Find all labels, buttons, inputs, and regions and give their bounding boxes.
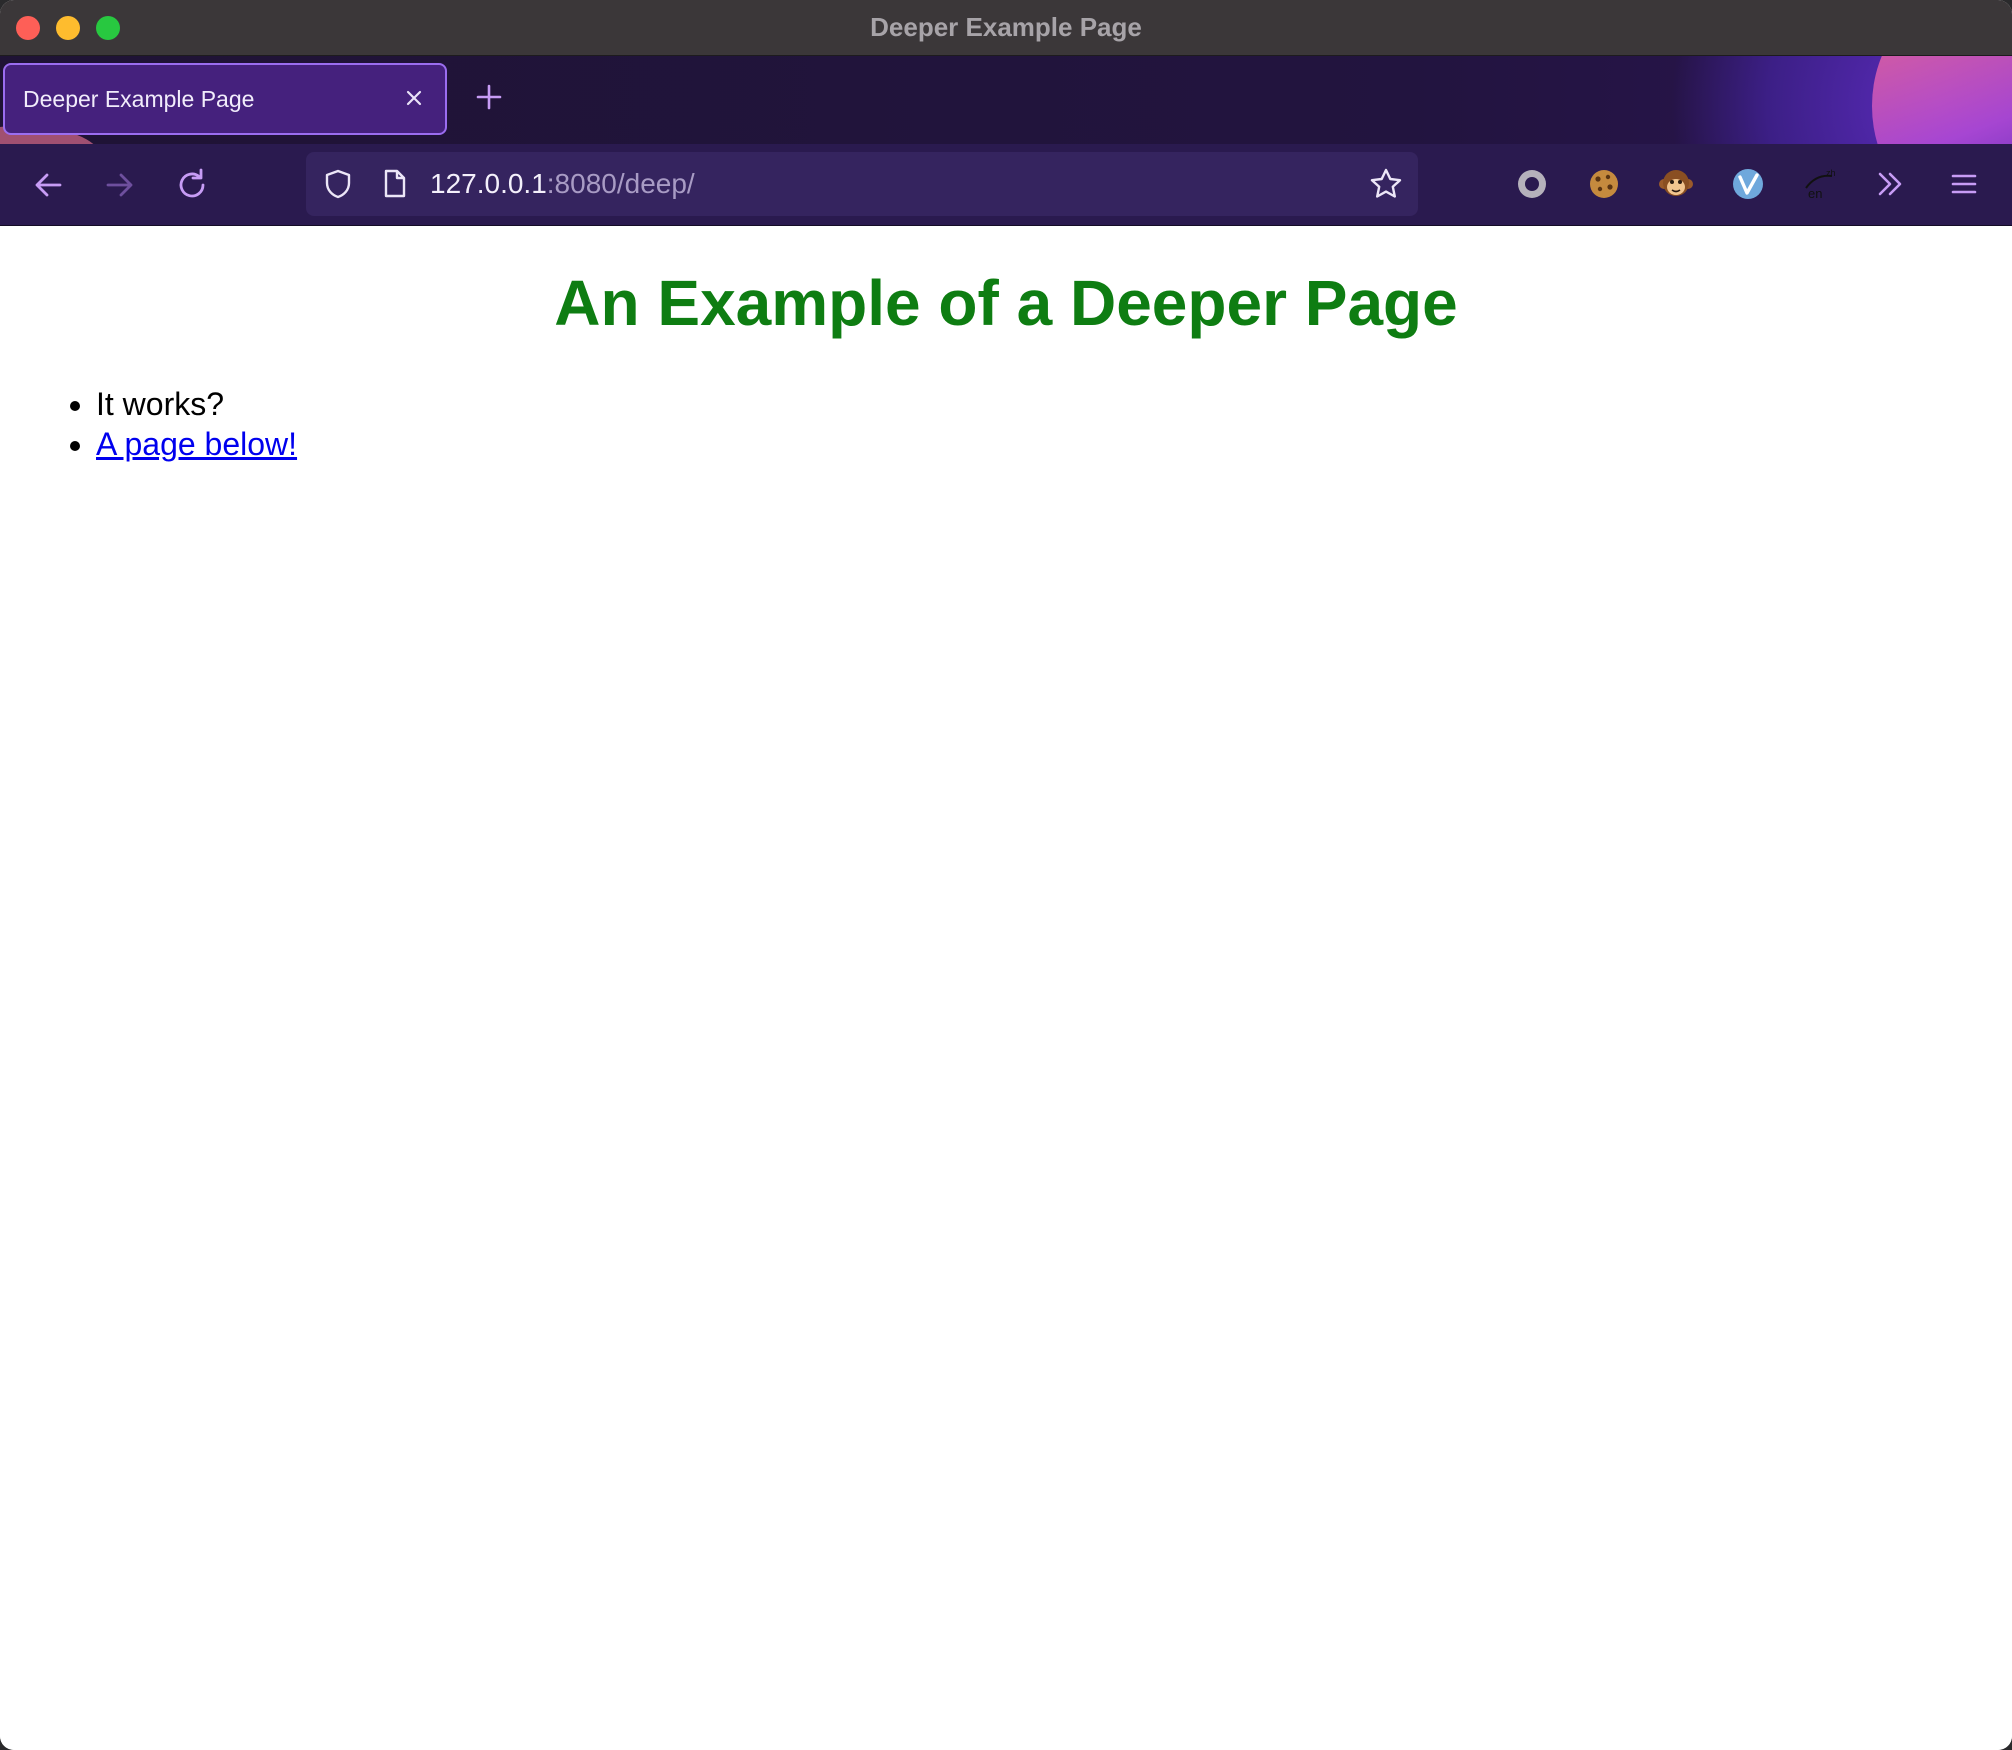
navigation-toolbar: 127.0.0.1:8080/deep/ en zh — [0, 144, 2012, 226]
url-host: 127.0.0.1 — [430, 168, 547, 199]
page-icon[interactable] — [378, 168, 410, 200]
list-item: A page below! — [96, 424, 297, 464]
shield-icon[interactable] — [322, 168, 354, 200]
title-bar: Deeper Example Page — [0, 0, 2012, 56]
tab-strip: Deeper Example Page — [0, 56, 2012, 144]
forward-arrow-icon[interactable] — [100, 165, 140, 205]
window-title: Deeper Example Page — [870, 12, 1142, 42]
close-tab-icon[interactable] — [399, 83, 429, 113]
back-arrow-icon[interactable] — [28, 165, 68, 205]
url-text[interactable]: 127.0.0.1:8080/deep/ — [430, 168, 695, 200]
chevrons-right-icon[interactable] — [1872, 166, 1908, 202]
list-item-text: It works? — [96, 386, 225, 422]
tab-active[interactable]: Deeper Example Page — [3, 63, 447, 135]
translate-icon[interactable]: en zh — [1802, 166, 1838, 202]
record-icon[interactable] — [1514, 166, 1550, 202]
page-below-link[interactable]: A page below! — [96, 426, 297, 462]
svg-text:zh: zh — [1826, 168, 1836, 178]
hamburger-menu-icon[interactable] — [1946, 166, 1982, 202]
monkey-icon[interactable] — [1658, 166, 1694, 202]
browser-window: Deeper Example Page Deeper Example Page — [0, 0, 2012, 1750]
url-path: :8080/deep/ — [546, 168, 695, 199]
address-bar[interactable]: 127.0.0.1:8080/deep/ — [306, 152, 1418, 216]
vimium-icon[interactable] — [1730, 166, 1766, 202]
svg-text:en: en — [1808, 186, 1822, 201]
tab-title: Deeper Example Page — [23, 86, 255, 112]
content-list: It works? A page below! — [56, 384, 297, 464]
cookie-icon[interactable] — [1586, 166, 1622, 202]
page-content: An Example of a Deeper Page It works? A … — [0, 226, 2012, 1750]
bookmark-star-icon[interactable] — [1368, 166, 1404, 202]
list-item: It works? — [96, 384, 297, 424]
new-tab-icon[interactable] — [473, 81, 505, 113]
theme-decoration — [1872, 56, 2012, 144]
reload-icon[interactable] — [172, 165, 212, 205]
page-heading: An Example of a Deeper Page — [554, 267, 1458, 339]
